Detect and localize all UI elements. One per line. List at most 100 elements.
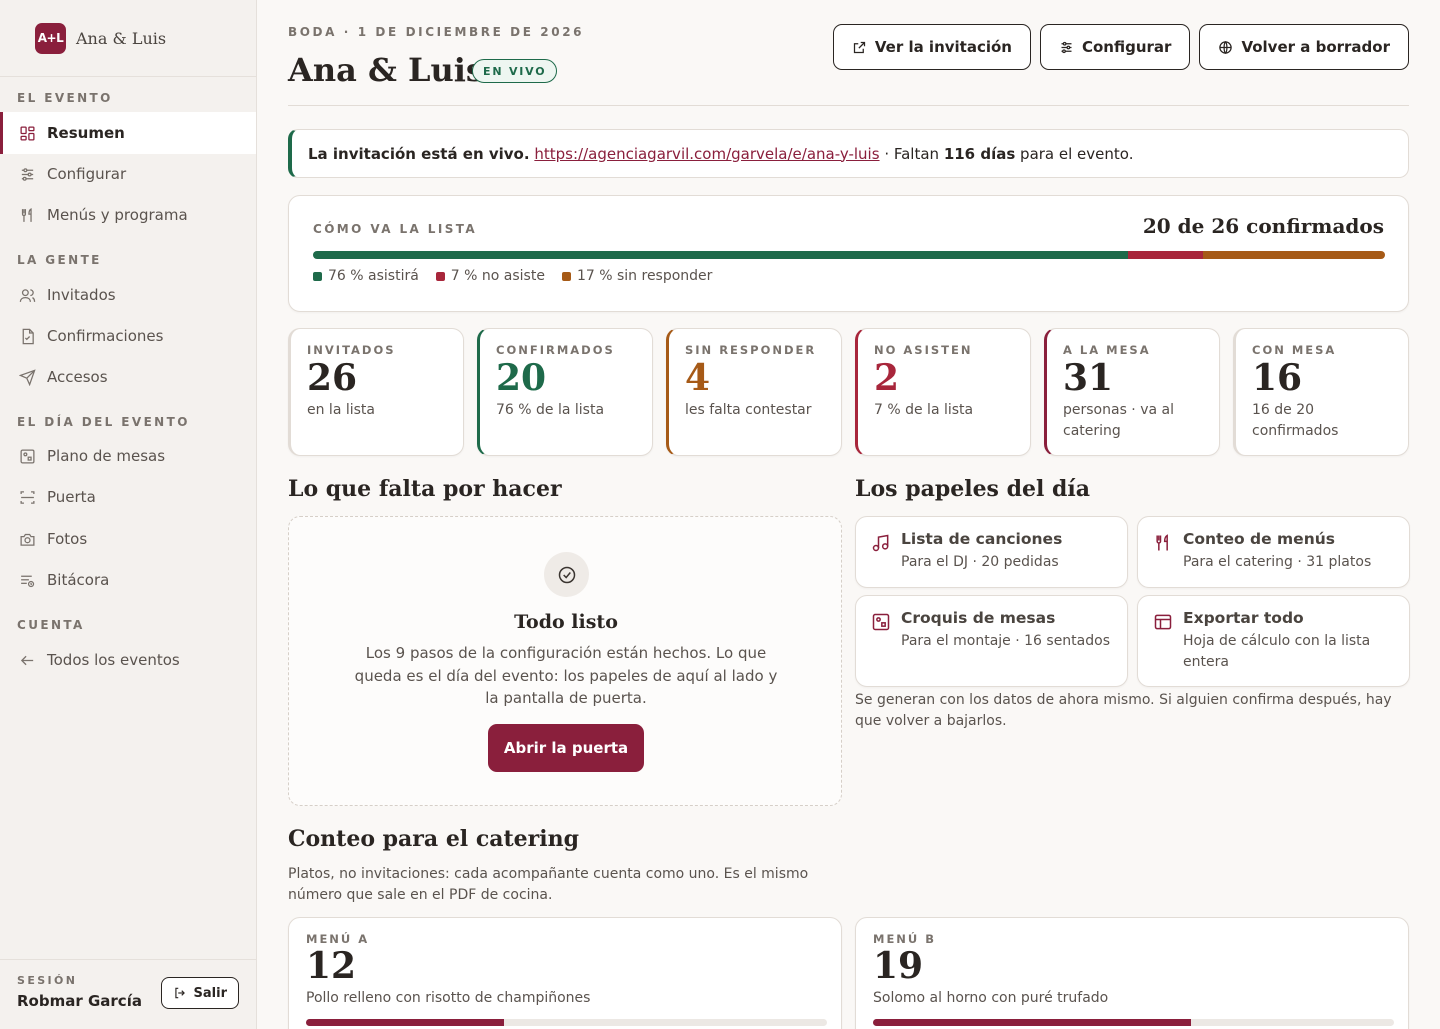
stat-label: SIN RESPONDER (685, 343, 817, 357)
doc-sub: Hoja de cálculo con la lista entera (1183, 633, 1371, 670)
rsvp-bar-segment-0 (313, 251, 1128, 259)
brand-name: Ana & Luis (76, 28, 167, 48)
menu-value: 12 (306, 945, 357, 987)
doc-title: Lista de canciones (901, 530, 1063, 548)
banner-lead: La invitación está en vivo. (308, 144, 530, 163)
invitation-link[interactable]: https://agenciagarvil.com/garvela/e/ana-… (534, 145, 879, 163)
stat-value: 16 (1252, 357, 1303, 399)
door-icon (20, 490, 35, 504)
legend-label: 76 % asistirá (328, 268, 419, 284)
menu-share-bar (873, 1019, 1394, 1026)
menu-value: 19 (873, 945, 924, 987)
stat-card-no-asisten: NO ASISTEN 2 7 % de la lista (855, 328, 1031, 456)
sidebar-item-puerta[interactable]: Puerta (0, 476, 256, 518)
menu-desc: Pollo relleno con risotto de champiñones (306, 990, 591, 1006)
legend-dot (435, 271, 445, 281)
stat-card-confirmados: CONFIRMADOS 20 76 % de la lista (477, 328, 653, 456)
doc-card-exportar[interactable]: Exportar todo Hoja de cálculo con la lis… (1137, 595, 1410, 687)
doc-sub: Para el DJ · 20 pedidas (901, 554, 1059, 570)
stat-value: 2 (874, 357, 900, 399)
header-divider (288, 105, 1409, 106)
table-icon (1154, 614, 1172, 630)
stat-sub: en la lista (307, 402, 375, 418)
open-door-button[interactable]: Abrir la puerta (488, 724, 644, 772)
header-actions: Ver la invitación Configurar Volver a bo… (832, 24, 1409, 70)
globe-icon (1219, 40, 1233, 54)
stat-sub: 7 % de la lista (874, 402, 974, 418)
stat-sub: personas · va al catering (1063, 402, 1174, 439)
doc-card-croquis[interactable]: Croquis de mesas Para el montaje · 16 se… (855, 595, 1128, 687)
menu-card-b: MENÚ B 19 Solomo al horno con puré trufa… (855, 917, 1409, 1029)
sidebar-item-accesos[interactable]: Accesos (0, 356, 256, 398)
sidebar-item-bitacora[interactable]: Bitácora (0, 559, 256, 601)
doc-card-canciones[interactable]: Lista de canciones Para el DJ · 20 pedid… (855, 516, 1128, 588)
file-check-icon (22, 328, 34, 344)
stat-label: A LA MESA (1063, 343, 1151, 357)
utensils-icon (21, 207, 32, 222)
sidebar-item-label: Configurar (47, 165, 127, 183)
stat-value: 31 (1063, 357, 1114, 399)
back-to-draft-label: Volver a borrador (1241, 38, 1390, 56)
sidebar-item-configurar[interactable]: Configurar (0, 153, 256, 195)
menu-share-fill (873, 1019, 1191, 1026)
view-invitation-label: Ver la invitación (874, 38, 1012, 56)
sidebar-item-menus[interactable]: Menús y programa (0, 194, 256, 236)
configure-button[interactable]: Configurar (1039, 24, 1191, 70)
arrow-left-icon (20, 655, 34, 665)
doc-title: Conteo de menús (1183, 530, 1335, 548)
utensils-icon (1156, 534, 1168, 551)
menu-desc: Solomo al horno con puré trufado (873, 990, 1109, 1006)
doc-sub: Para el catering · 31 platos (1183, 554, 1372, 570)
send-icon (19, 368, 36, 386)
todo-title: Todo listo (514, 611, 618, 633)
sidebar-item-resumen[interactable]: Resumen (0, 112, 256, 154)
view-invitation-button[interactable]: Ver la invitación (832, 24, 1031, 70)
doc-card-menus[interactable]: Conteo de menús Para el catering · 31 pl… (1137, 516, 1410, 588)
sidebar-item-label: Accesos (47, 368, 108, 386)
doc-title: Exportar todo (1183, 609, 1304, 627)
stat-card-a-la-mesa: A LA MESA 31 personas · va al catering (1044, 328, 1220, 456)
menu-card-a: MENÚ A 12 Pollo relleno con risotto de c… (288, 917, 842, 1029)
stat-label: NO ASISTEN (874, 343, 973, 357)
stat-value: 26 (307, 357, 358, 399)
page-title: Ana & Luis (288, 51, 484, 89)
sidebar-item-label: Confirmaciones (47, 327, 164, 345)
legend-no-response: 17 % sin responder (561, 268, 713, 284)
menu-label: MENÚ B (873, 932, 937, 946)
stat-label: INVITADOS (307, 343, 396, 357)
sidebar-item-invitados[interactable]: Invitados (0, 274, 256, 316)
sidebar-item-plano[interactable]: Plano de mesas (0, 435, 256, 477)
sidebar-item-confirmaciones[interactable]: Confirmaciones (0, 315, 256, 357)
menu-share-bar (306, 1019, 827, 1026)
sidebar-item-label: Fotos (47, 530, 88, 548)
doc-title: Croquis de mesas (901, 609, 1056, 627)
logout-button[interactable]: Salir (160, 977, 239, 1009)
event-eyebrow: BODA · 1 DE DICIEMBRE DE 2026 (288, 25, 585, 39)
sidebar-item-fotos[interactable]: Fotos (0, 518, 256, 560)
catering-section-title: Conteo para el catering (288, 826, 579, 852)
floorplan-icon (20, 448, 35, 464)
papers-note: Se generan con los datos de ahora mismo.… (855, 692, 1392, 729)
configure-label: Configurar (1081, 38, 1172, 56)
banner-sep: · Faltan (879, 144, 944, 163)
stat-sub: les falta contestar (685, 402, 812, 418)
back-to-draft-button[interactable]: Volver a borrador (1199, 24, 1409, 70)
brand[interactable]: A+L Ana & Luis (0, 0, 256, 77)
sidebar-item-label: Bitácora (47, 571, 110, 589)
session-panel: SESIÓN Robmar García Salir (0, 959, 256, 1029)
sidebar-item-label: Plano de mesas (47, 447, 166, 465)
music-icon (872, 534, 889, 552)
sidebar-item-todos-eventos[interactable]: Todos los eventos (0, 639, 256, 681)
stat-card-invitados: INVITADOS 26 en la lista (288, 328, 464, 456)
stat-label: CON MESA (1252, 343, 1337, 357)
legend-label: 17 % sin responder (576, 268, 713, 284)
stat-value: 4 (685, 357, 711, 399)
banner-days: 116 días (943, 144, 1016, 163)
legend-dot (313, 271, 322, 281)
rsvp-progress-bar (313, 251, 1385, 259)
menu-label: MENÚ A (306, 932, 370, 946)
camera-icon (20, 533, 35, 546)
log-icon (21, 575, 35, 587)
brand-logo: A+L (35, 22, 66, 54)
session-user: Robmar García (17, 992, 142, 1010)
